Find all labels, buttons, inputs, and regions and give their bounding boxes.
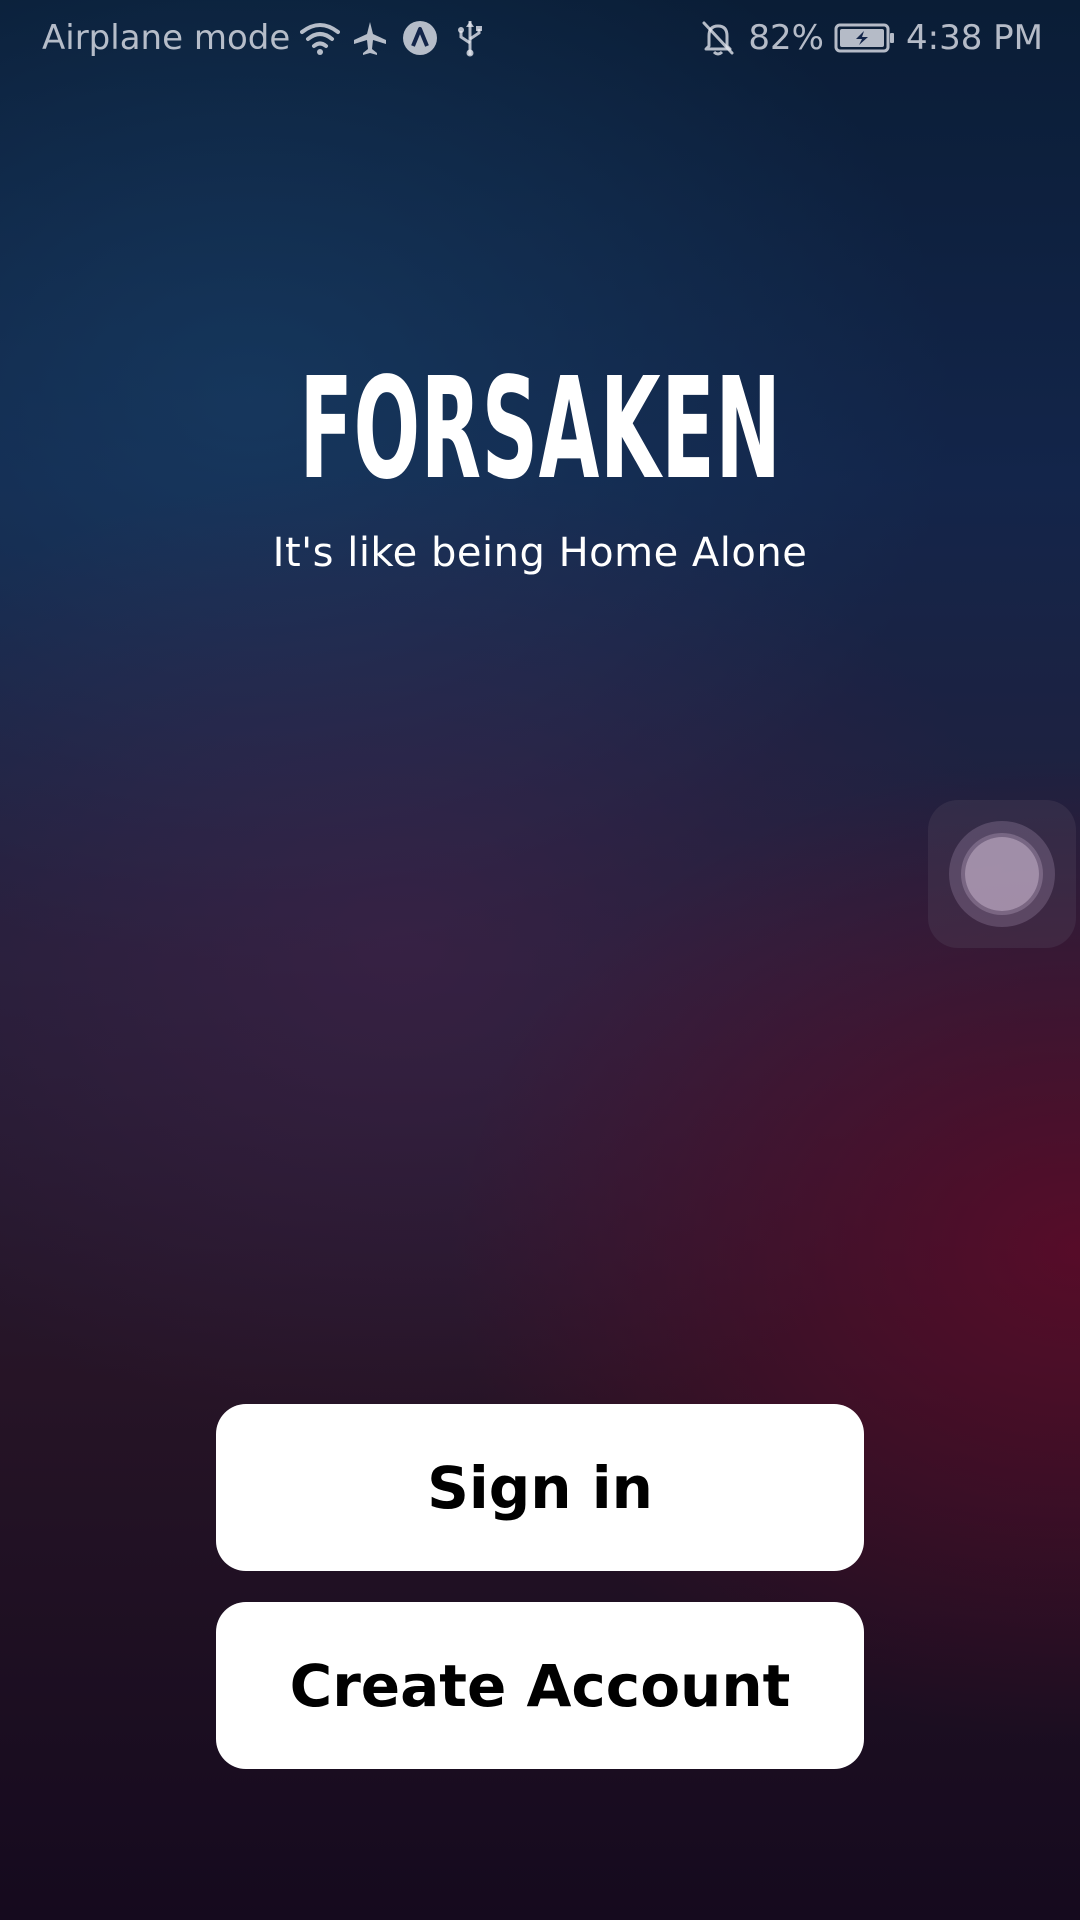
- floating-assistive-button[interactable]: [928, 800, 1076, 948]
- status-bar: Airplane mode 82% 4:38 PM: [0, 0, 1080, 76]
- status-bar-right: 82% 4:38 PM: [698, 14, 1043, 62]
- usb-icon: [450, 18, 490, 58]
- app-notification-icon: [400, 18, 440, 58]
- create-account-button[interactable]: Create Account: [216, 1602, 864, 1769]
- app-title-text: FORSAKEN: [298, 348, 782, 511]
- bell-off-icon: [698, 18, 738, 58]
- floating-button-ring: [949, 821, 1055, 927]
- sign-in-button[interactable]: Sign in: [216, 1404, 864, 1571]
- wifi-icon: [300, 18, 341, 58]
- status-bar-left: Airplane mode: [42, 14, 490, 62]
- airplane-icon: [350, 18, 390, 58]
- battery-charging-icon: [834, 18, 896, 58]
- app-tagline: It's like being Home Alone: [272, 530, 808, 576]
- battery-percent: 82%: [748, 18, 824, 58]
- airplane-mode-label: Airplane mode: [42, 18, 291, 58]
- app-title: FORSAKEN: [0, 340, 1080, 520]
- clock: 4:38 PM: [906, 18, 1043, 58]
- floating-button-dot-icon: [965, 837, 1039, 911]
